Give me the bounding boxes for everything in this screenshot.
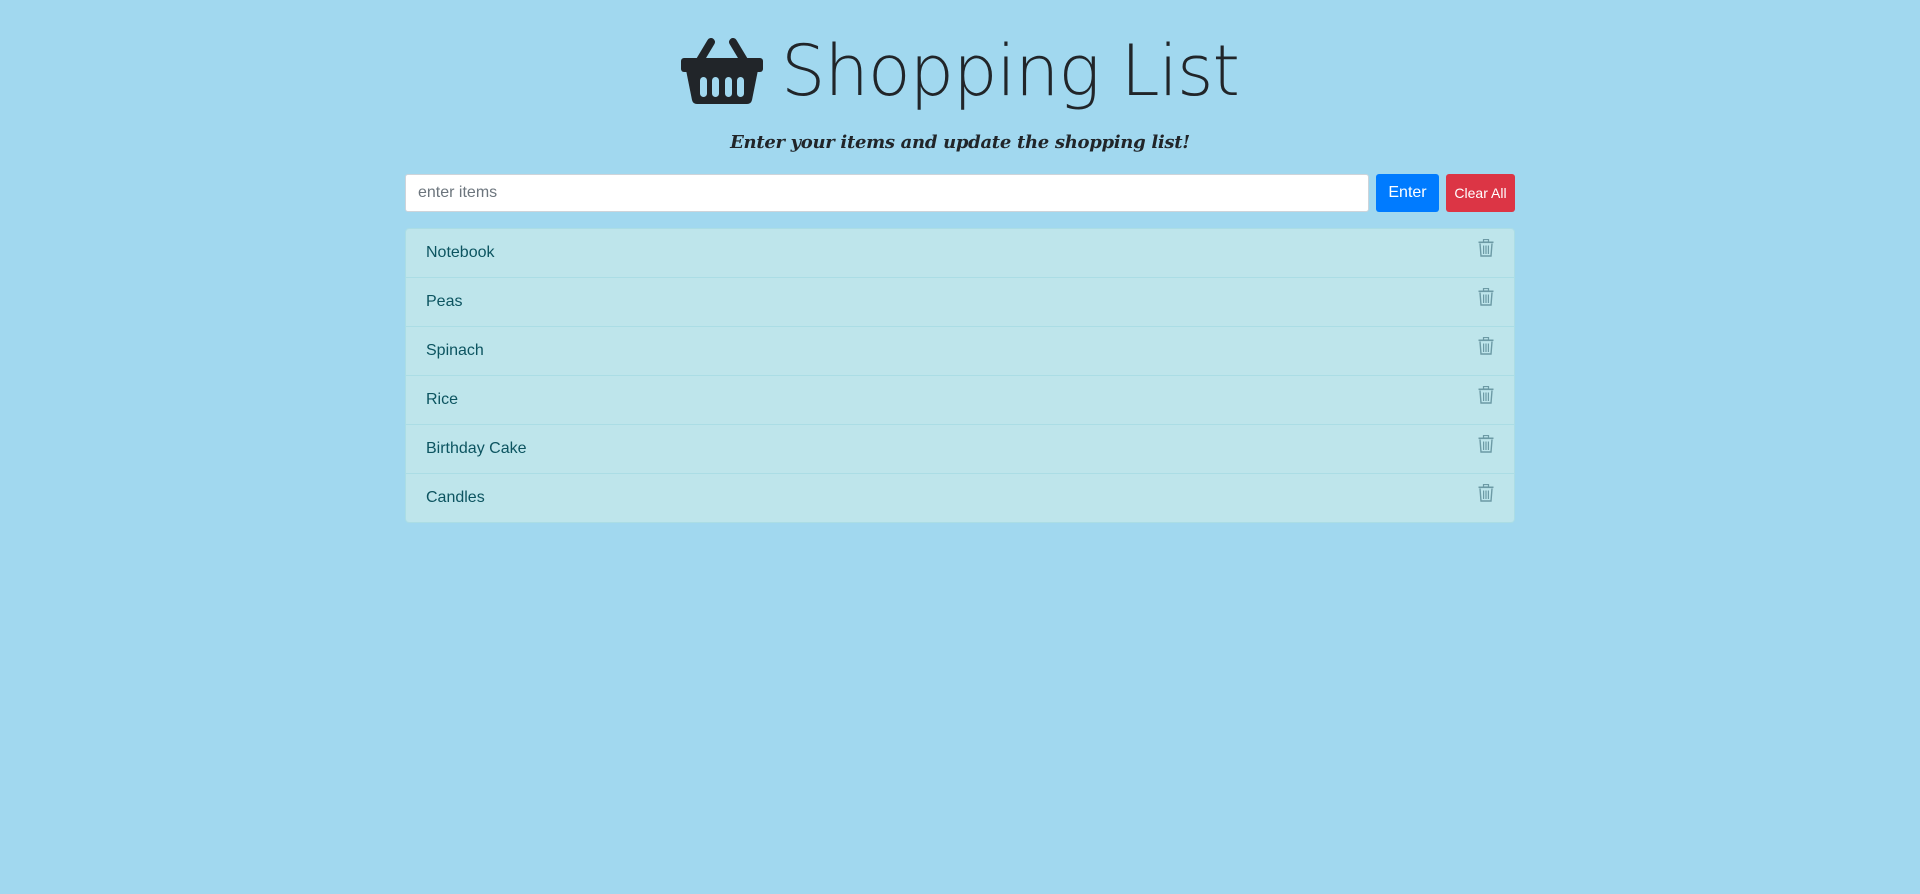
shopping-list: Notebook Peas Spinach Rice Birthday Cake… (405, 228, 1515, 523)
trash-icon[interactable] (1478, 288, 1494, 306)
list-item: Birthday Cake (406, 424, 1514, 473)
page-subtitle: Enter your items and update the shopping… (730, 132, 1190, 153)
list-item: Spinach (406, 326, 1514, 375)
item-entry-form: Enter Clear All (405, 174, 1515, 212)
list-item-label: Rice (426, 391, 459, 408)
page-title: Shopping List (781, 30, 1240, 112)
trash-icon[interactable] (1478, 435, 1494, 453)
list-item: Candles (406, 473, 1514, 522)
list-item-label: Notebook (426, 244, 495, 261)
basket-icon (681, 38, 764, 104)
page-header: Shopping List (0, 28, 1920, 114)
list-item: Peas (406, 277, 1514, 326)
list-item: Notebook (406, 229, 1514, 277)
list-item-label: Peas (426, 293, 463, 310)
enter-button[interactable]: Enter (1376, 174, 1439, 212)
trash-icon[interactable] (1478, 239, 1494, 257)
clear-all-button[interactable]: Clear All (1446, 174, 1515, 212)
trash-icon[interactable] (1478, 484, 1494, 502)
list-item-label: Spinach (426, 342, 484, 359)
list-item-label: Birthday Cake (426, 440, 527, 457)
trash-icon[interactable] (1478, 386, 1494, 404)
item-input[interactable] (405, 174, 1369, 212)
list-item: Rice (406, 375, 1514, 424)
list-item-label: Candles (426, 489, 485, 506)
trash-icon[interactable] (1478, 337, 1494, 355)
